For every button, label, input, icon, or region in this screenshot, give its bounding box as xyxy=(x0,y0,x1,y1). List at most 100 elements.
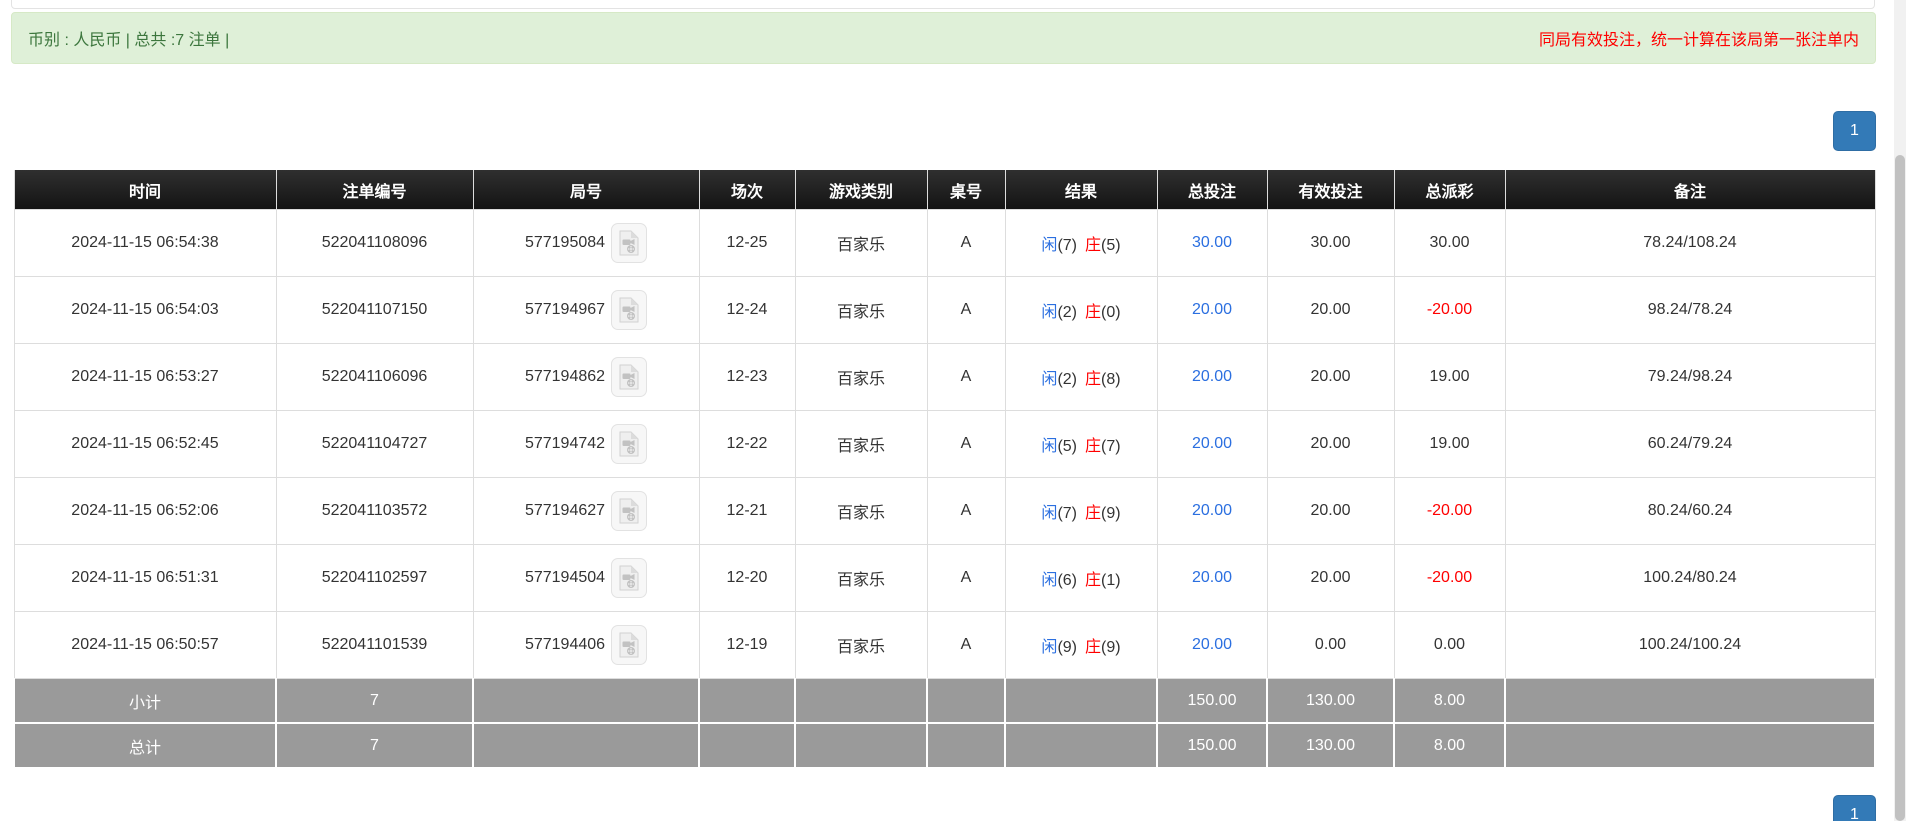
cell-round-id: 577194967 xyxy=(473,277,699,344)
cell-valid-bet: 20.00 xyxy=(1267,411,1394,478)
header-total-bet: 总投注 xyxy=(1157,170,1267,210)
total-bet-link[interactable]: 20.00 xyxy=(1192,301,1232,318)
total-bet-link[interactable]: 20.00 xyxy=(1192,636,1232,653)
cell-game-type: 百家乐 xyxy=(795,612,927,679)
cell-valid-bet: 20.00 xyxy=(1267,545,1394,612)
total-row: 总计 7 150.00 130.00 8.00 xyxy=(14,723,1875,768)
video-replay-button[interactable] xyxy=(611,424,647,464)
cell-bet-id: 522041103572 xyxy=(276,478,473,545)
empty-cell xyxy=(927,723,1005,768)
cell-session: 12-23 xyxy=(699,344,795,411)
table-row: 2024-11-15 06:52:06 522041103572 5771946… xyxy=(14,478,1875,545)
cell-payout: -20.00 xyxy=(1394,478,1505,545)
cell-game-type: 百家乐 xyxy=(795,210,927,277)
banker-result-score: (9) xyxy=(1101,505,1121,522)
cell-total-bet: 30.00 xyxy=(1157,210,1267,277)
cell-time: 2024-11-15 06:52:45 xyxy=(14,411,276,478)
cell-game-type: 百家乐 xyxy=(795,344,927,411)
cell-time: 2024-11-15 06:54:03 xyxy=(14,277,276,344)
empty-cell xyxy=(1505,723,1875,768)
total-payout: 8.00 xyxy=(1394,723,1505,768)
table-row: 2024-11-15 06:54:38 522041108096 5771950… xyxy=(14,210,1875,277)
player-result-score: (6) xyxy=(1057,572,1077,589)
cell-session: 12-21 xyxy=(699,478,795,545)
header-time: 时间 xyxy=(14,170,276,210)
round-id-text: 577194504 xyxy=(525,569,605,586)
video-replay-button[interactable] xyxy=(611,357,647,397)
scrollbar-track[interactable] xyxy=(1894,0,1906,821)
header-payout: 总派彩 xyxy=(1394,170,1505,210)
summary-banner: 币别 : 人民币 | 总共 :7 注单 | 同局有效投注，统一计算在该局第一张注… xyxy=(11,12,1876,64)
cell-result: 闲(5)庄(7) xyxy=(1005,411,1157,478)
cell-table-no: A xyxy=(927,411,1005,478)
cell-note: 80.24/60.24 xyxy=(1505,478,1875,545)
table-row: 2024-11-15 06:54:03 522041107150 5771949… xyxy=(14,277,1875,344)
round-id-text: 577194406 xyxy=(525,636,605,653)
cell-session: 12-24 xyxy=(699,277,795,344)
total-bet-link[interactable]: 30.00 xyxy=(1192,234,1232,251)
video-file-icon xyxy=(618,431,640,457)
cell-table-no: A xyxy=(927,344,1005,411)
table-row: 2024-11-15 06:50:57 522041101539 5771944… xyxy=(14,612,1875,679)
header-result: 结果 xyxy=(1005,170,1157,210)
player-result-label: 闲 xyxy=(1041,237,1057,254)
cell-bet-id: 522041106096 xyxy=(276,344,473,411)
banker-result-score: (7) xyxy=(1101,438,1121,455)
cell-round-id: 577195084 xyxy=(473,210,699,277)
total-bet-link[interactable]: 20.00 xyxy=(1192,502,1232,519)
cell-result: 闲(7)庄(5) xyxy=(1005,210,1157,277)
table-row: 2024-11-15 06:51:31 522041102597 5771945… xyxy=(14,545,1875,612)
total-bet-link[interactable]: 20.00 xyxy=(1192,435,1232,452)
player-result-score: (7) xyxy=(1057,237,1077,254)
video-file-icon xyxy=(618,565,640,591)
video-file-icon xyxy=(618,632,640,658)
video-replay-button[interactable] xyxy=(611,491,647,531)
total-bet-link[interactable]: 20.00 xyxy=(1192,569,1232,586)
cell-payout: 0.00 xyxy=(1394,612,1505,679)
cell-result: 闲(2)庄(0) xyxy=(1005,277,1157,344)
cell-total-bet: 20.00 xyxy=(1157,478,1267,545)
video-replay-button[interactable] xyxy=(611,223,647,263)
empty-cell xyxy=(473,679,699,724)
cell-payout: 19.00 xyxy=(1394,344,1505,411)
video-replay-button[interactable] xyxy=(611,558,647,598)
currency-summary-text: 币别 : 人民币 | 总共 :7 注单 | xyxy=(28,26,229,50)
cell-payout: -20.00 xyxy=(1394,277,1505,344)
total-bet-link[interactable]: 20.00 xyxy=(1192,368,1232,385)
video-file-icon xyxy=(618,364,640,390)
banker-result-label: 庄 xyxy=(1085,304,1101,321)
subtotal-total-bet: 150.00 xyxy=(1157,679,1267,724)
pagination-top-page-1-button[interactable]: 1 xyxy=(1833,111,1876,151)
banker-result-score: (1) xyxy=(1101,572,1121,589)
cell-total-bet: 20.00 xyxy=(1157,411,1267,478)
scrollbar-thumb[interactable] xyxy=(1895,155,1905,821)
cell-session: 12-20 xyxy=(699,545,795,612)
video-replay-button[interactable] xyxy=(611,625,647,665)
betting-records-page: 币别 : 人民币 | 总共 :7 注单 | 同局有效投注，统一计算在该局第一张注… xyxy=(0,0,1906,821)
cell-time: 2024-11-15 06:52:06 xyxy=(14,478,276,545)
header-bet-id: 注单编号 xyxy=(276,170,473,210)
pagination-bottom-page-1-button[interactable]: 1 xyxy=(1833,795,1876,821)
video-file-icon xyxy=(618,230,640,256)
banker-result-label: 庄 xyxy=(1085,237,1101,254)
subtotal-row: 小计 7 150.00 130.00 8.00 xyxy=(14,679,1875,724)
subtotal-count: 7 xyxy=(276,679,473,724)
subtotal-label: 小计 xyxy=(14,679,276,724)
banker-result-score: (9) xyxy=(1101,639,1121,656)
video-replay-button[interactable] xyxy=(611,290,647,330)
cell-note: 60.24/79.24 xyxy=(1505,411,1875,478)
player-result-label: 闲 xyxy=(1041,505,1057,522)
cell-total-bet: 20.00 xyxy=(1157,545,1267,612)
player-result-label: 闲 xyxy=(1041,438,1057,455)
total-total-bet: 150.00 xyxy=(1157,723,1267,768)
cell-time: 2024-11-15 06:51:31 xyxy=(14,545,276,612)
empty-cell xyxy=(1005,723,1157,768)
cell-table-no: A xyxy=(927,210,1005,277)
total-count: 7 xyxy=(276,723,473,768)
round-id-text: 577194967 xyxy=(525,301,605,318)
player-result-score: (2) xyxy=(1057,371,1077,388)
player-result-score: (2) xyxy=(1057,304,1077,321)
header-table-no: 桌号 xyxy=(927,170,1005,210)
empty-cell xyxy=(1505,679,1875,724)
header-note: 备注 xyxy=(1505,170,1875,210)
